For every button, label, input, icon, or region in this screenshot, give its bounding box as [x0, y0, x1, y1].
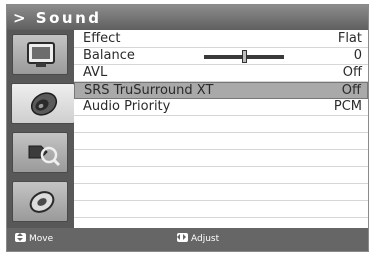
sidebar-item-input[interactable] — [12, 181, 68, 222]
row-label: AVL — [83, 65, 108, 80]
empty-row — [74, 150, 368, 167]
row-avl[interactable]: AVL Off — [74, 65, 368, 82]
category-sidebar — [7, 30, 75, 228]
help-bar: Move Adjust — [7, 228, 368, 251]
row-label: Balance — [83, 48, 135, 63]
empty-row — [74, 201, 368, 218]
leftright-arrows-icon — [177, 233, 188, 242]
picture-icon — [27, 42, 55, 67]
row-value: PCM — [333, 99, 362, 114]
row-effect[interactable]: Effect Flat — [74, 31, 368, 48]
sidebar-item-sound[interactable] — [11, 83, 75, 124]
settings-list: Effect Flat Balance 0 AVL Off SRS TruSur… — [74, 30, 368, 228]
row-audio-priority[interactable]: Audio Priority PCM — [74, 99, 368, 116]
row-label: Audio Priority — [83, 99, 171, 114]
setup-icon — [28, 145, 61, 167]
empty-row — [74, 184, 368, 201]
empty-row — [74, 133, 368, 150]
move-hint: Move — [15, 232, 53, 247]
sidebar-item-setup[interactable] — [12, 132, 68, 173]
row-label: Effect — [83, 31, 121, 46]
input-icon — [29, 191, 55, 213]
empty-row — [74, 116, 368, 133]
empty-row — [74, 167, 368, 184]
sidebar-item-picture[interactable] — [12, 34, 68, 75]
move-label: Move — [29, 234, 54, 244]
row-value: 0 — [353, 48, 362, 63]
row-value: Off — [341, 83, 361, 98]
adjust-hint: Adjust — [177, 232, 219, 247]
balance-slider[interactable] — [204, 50, 284, 63]
osd-menu-window: > Sound Effect Flat Balance 0 AVL Off SR… — [6, 4, 369, 252]
menu-title-bar: > Sound — [7, 5, 368, 30]
adjust-label: Adjust — [191, 234, 220, 244]
row-value: Off — [342, 65, 362, 80]
menu-title: > Sound — [13, 9, 102, 27]
row-balance[interactable]: Balance 0 — [74, 48, 368, 65]
balance-slider-thumb[interactable] — [242, 50, 247, 63]
sound-icon — [30, 92, 58, 116]
updown-arrows-icon — [15, 233, 26, 242]
row-value: Flat — [337, 31, 362, 46]
row-label: SRS TruSurround XT — [84, 83, 214, 98]
row-srs-trusurround[interactable]: SRS TruSurround XT Off — [74, 82, 368, 99]
